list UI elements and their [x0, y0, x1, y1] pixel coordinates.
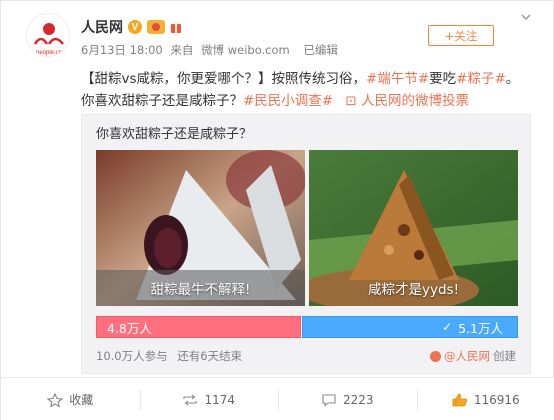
logo-sub-text: people.cn — [36, 50, 62, 56]
like-count: 116916 — [473, 392, 520, 407]
comment-button[interactable]: 2223 — [278, 378, 417, 420]
medal-icon[interactable] — [147, 20, 165, 34]
creator-icon — [430, 350, 441, 362]
salty-zongzi-image[interactable]: 咸粽才是yyds! — [309, 150, 518, 306]
check-icon: ✓ — [442, 320, 453, 334]
repost-button[interactable]: 1174 — [139, 378, 279, 420]
follow-button[interactable]: +关注 — [428, 25, 494, 46]
vote-creator-info: @人民网 创建 — [430, 348, 516, 364]
edited-label[interactable]: 已编辑 — [303, 43, 338, 57]
weibo-post-card: people.cn 人民网 V 6月13日 18:00 来自 微博 weibo.… — [0, 0, 554, 420]
vote-stats: 10.0万人参与 还有6天结束 — [96, 348, 242, 364]
like-button[interactable]: 116916 — [416, 378, 554, 420]
post-text-part: 要吃 — [429, 71, 457, 87]
vote-link-icon[interactable]: ⊡ — [345, 93, 356, 109]
post-text-part: 【甜粽vs咸粽，你更爱哪个？】按照传统习俗， — [81, 71, 367, 87]
sweet-vote-count: 4.8万人 — [107, 320, 152, 336]
repost-count: 1174 — [204, 392, 236, 407]
sweet-zongzi-image[interactable]: 甜粽最牛不解释! — [96, 150, 305, 306]
hashtag-survey[interactable]: #民民小调查# — [243, 93, 333, 109]
post-text: 【甜粽vs咸粽，你更爱哪个？】按照传统习俗，#端午节#要吃#粽子#。你喜欢甜粽子… — [81, 68, 531, 112]
people-daily-logo-icon: people.cn — [33, 23, 64, 56]
vote-question: 你喜欢甜粽子还是咸粽子？ — [96, 127, 253, 142]
action-bar: 收藏 1174 2223 116916 — [1, 377, 554, 420]
vote-link[interactable]: 人民网的微博投票 — [361, 93, 469, 109]
post-date[interactable]: 6月13日 18:00 — [81, 43, 163, 57]
account-name[interactable]: 人民网 — [81, 17, 123, 37]
comment-icon — [322, 393, 336, 407]
vote-remaining: 还有6天结束 — [177, 349, 243, 363]
vote-creator[interactable]: @人民网 — [444, 348, 490, 364]
username-row: 人民网 V — [81, 17, 182, 37]
post-meta: 6月13日 18:00 来自 微博 weibo.com 已编辑 — [81, 42, 342, 58]
chevron-down-icon[interactable] — [520, 11, 532, 23]
hashtag-zongzi[interactable]: #粽子# — [456, 71, 506, 87]
hashtag-dragon-boat[interactable]: #端午节# — [366, 71, 429, 87]
post-source[interactable]: 微博 weibo.com — [201, 43, 290, 57]
vote-module: 你喜欢甜粽子还是咸粽子？ 甜粽最牛不解释! 咸粽才是yyds! 4.8万人 ✓ … — [81, 114, 531, 374]
avatar[interactable]: people.cn — [26, 13, 70, 57]
sweet-option-caption: 甜粽最牛不解释! — [150, 282, 251, 298]
comment-count: 2223 — [342, 392, 374, 407]
source-prefix: 来自 — [170, 43, 194, 57]
salty-vote-count: 5.1万人 — [458, 320, 503, 336]
favorite-label: 收藏 — [69, 393, 94, 407]
verified-icon: V — [128, 20, 142, 34]
vote-created-label: 创建 — [493, 349, 516, 363]
salty-vote-bar[interactable]: ✓ 5.1万人 — [302, 316, 518, 338]
favorite-button[interactable]: 收藏 — [1, 378, 140, 420]
salty-option-caption: 咸粽才是yyds! — [368, 282, 459, 298]
repost-icon — [183, 394, 198, 405]
like-icon — [452, 393, 467, 406]
vote-participants: 10.0万人参与 — [96, 349, 168, 363]
sweet-vote-bar[interactable]: 4.8万人 — [96, 316, 301, 338]
gift-icon[interactable] — [170, 20, 182, 34]
star-icon — [47, 392, 64, 407]
